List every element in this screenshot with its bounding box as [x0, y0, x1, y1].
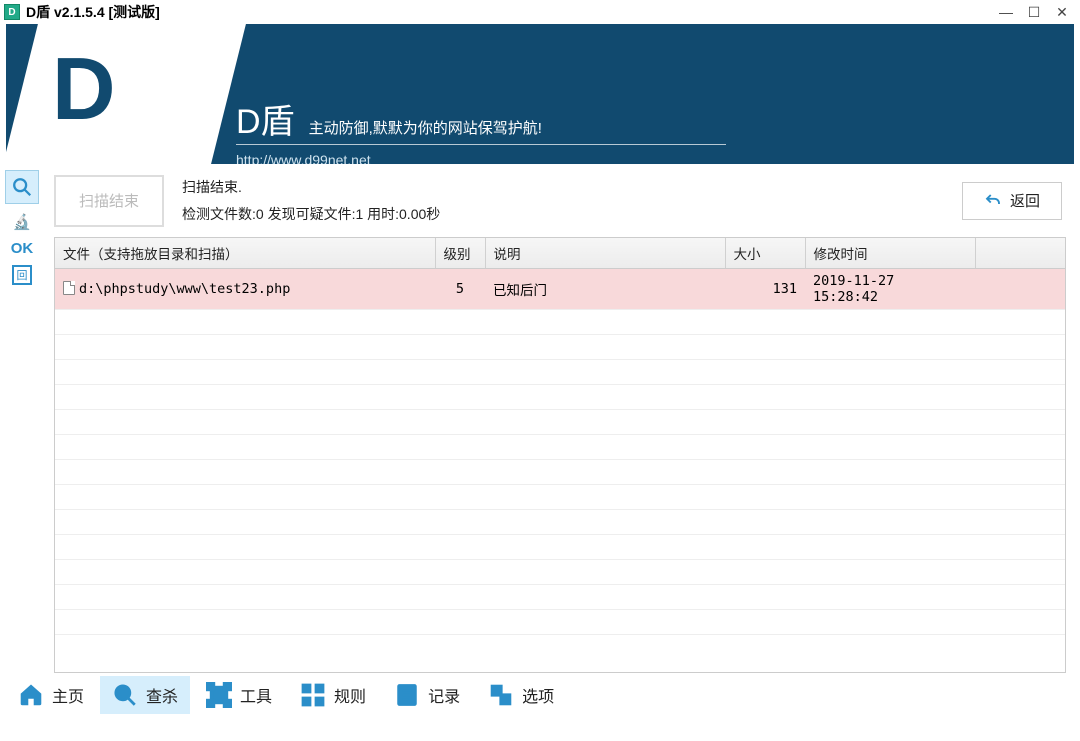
logs-icon: [394, 682, 420, 708]
table-row[interactable]: d:\phpstudy\www\test23.php 5 已知后门 131 20…: [55, 269, 1065, 310]
col-desc[interactable]: 说明: [485, 238, 725, 269]
left-toolbar: 🔬 OK 回: [0, 164, 44, 673]
cell-desc: 已知后门: [485, 269, 725, 310]
logo-letter: D: [52, 54, 116, 124]
app-icon: D: [4, 4, 20, 20]
scan-end-button[interactable]: 扫描结束: [54, 175, 164, 227]
ok-icon[interactable]: OK: [11, 240, 34, 257]
table-row: [55, 510, 1065, 535]
table-row: [55, 585, 1065, 610]
table-row: [55, 560, 1065, 585]
cell-file: d:\phpstudy\www\test23.php: [79, 281, 290, 297]
banner-headline: D盾 主动防御,默默为你的网站保驾护航!: [236, 94, 542, 143]
scan-status: 扫描结束. 检测文件数:0 发现可疑文件:1 用时:0.00秒: [182, 174, 440, 227]
nav-logs[interactable]: 记录: [382, 676, 472, 714]
table-row: [55, 385, 1065, 410]
nav-tools[interactable]: 工具: [194, 676, 284, 714]
title-bar: D D盾 v2.1.5.4 [测试版] — ☐ ✕: [0, 0, 1080, 24]
nav-home-label: 主页: [52, 683, 84, 707]
col-spacer: [975, 238, 1065, 269]
file-icon: [63, 281, 75, 295]
cell-mtime: 2019-11-27 15:28:42: [805, 269, 975, 310]
cell-level: 5: [435, 269, 485, 310]
nav-scan-label: 查杀: [146, 683, 178, 707]
scan-status-line2: 检测文件数:0 发现可疑文件:1 用时:0.00秒: [182, 201, 440, 228]
table-row: [55, 610, 1065, 635]
results-table: 文件（支持拖放目录和扫描） 级别 说明 大小 修改时间 d:\phpstudy\…: [54, 237, 1066, 673]
encoding-icon[interactable]: 回: [12, 265, 32, 285]
search-icon: [112, 682, 138, 708]
microscope-icon[interactable]: 🔬: [12, 212, 32, 232]
table-row: [55, 460, 1065, 485]
nav-scan[interactable]: 查杀: [100, 676, 190, 714]
header-banner: D D盾 主动防御,默默为你的网站保驾护航! http://www.d99net…: [6, 24, 1074, 164]
table-row: [55, 535, 1065, 560]
col-file[interactable]: 文件（支持拖放目录和扫描）: [55, 238, 435, 269]
nav-options[interactable]: 选项: [476, 676, 566, 714]
tools-icon: [206, 682, 232, 708]
col-size[interactable]: 大小: [725, 238, 805, 269]
banner-tagline: 主动防御,默默为你的网站保驾护航!: [309, 117, 542, 138]
home-icon: [18, 682, 44, 708]
banner-url[interactable]: http://www.d99net.net: [236, 152, 371, 164]
nav-rules[interactable]: 规则: [288, 676, 378, 714]
minimize-button[interactable]: —: [992, 2, 1020, 22]
close-button[interactable]: ✕: [1048, 2, 1076, 22]
scan-status-line1: 扫描结束.: [182, 174, 440, 201]
table-row: [55, 435, 1065, 460]
nav-options-label: 选项: [522, 683, 554, 707]
nav-rules-label: 规则: [334, 683, 366, 707]
nav-logs-label: 记录: [428, 683, 460, 707]
rules-icon: [300, 682, 326, 708]
window-title: D盾 v2.1.5.4 [测试版]: [26, 2, 160, 22]
table-row: [55, 410, 1065, 435]
table-row: [55, 360, 1065, 385]
bottom-nav: 主页 查杀 工具 规则 记录 选项: [0, 673, 1080, 717]
table-row: [55, 335, 1065, 360]
search-icon[interactable]: [5, 170, 39, 204]
table-row: [55, 485, 1065, 510]
return-label: 返回: [1010, 190, 1040, 211]
cell-size: 131: [725, 269, 805, 310]
maximize-button[interactable]: ☐: [1020, 2, 1048, 22]
table-row: [55, 310, 1065, 335]
nav-tools-label: 工具: [240, 683, 272, 707]
return-button[interactable]: 返回: [962, 182, 1062, 220]
banner-title: D盾: [236, 94, 295, 143]
nav-home[interactable]: 主页: [6, 676, 96, 714]
col-level[interactable]: 级别: [435, 238, 485, 269]
undo-icon: [984, 192, 1002, 210]
table-header-row: 文件（支持拖放目录和扫描） 级别 说明 大小 修改时间: [55, 238, 1065, 269]
col-mtime[interactable]: 修改时间: [805, 238, 975, 269]
scan-header: 扫描结束 扫描结束. 检测文件数:0 发现可疑文件:1 用时:0.00秒 返回: [44, 168, 1074, 237]
options-icon: [488, 682, 514, 708]
